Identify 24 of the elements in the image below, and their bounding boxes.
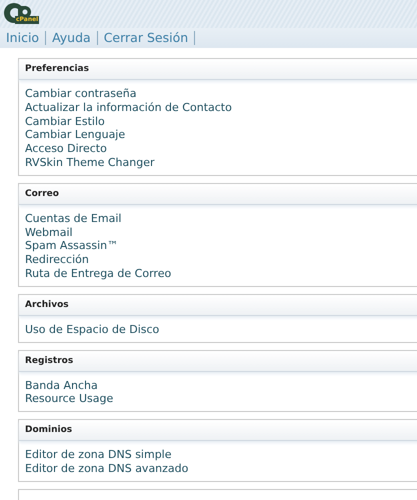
- nav-link[interactable]: Cerrar Sesión: [104, 31, 196, 45]
- nav-link[interactable]: Inicio: [6, 31, 46, 45]
- section-title: Archivos: [25, 300, 69, 310]
- menu-link[interactable]: Spam Assassin™: [25, 239, 118, 254]
- menu-link[interactable]: Ruta de Entrega de Correo: [25, 266, 172, 281]
- nav-link[interactable]: Ayuda: [52, 31, 98, 45]
- menu-link[interactable]: Cambiar Estilo: [25, 114, 105, 128]
- menu-link[interactable]: Editor de zona DNS simple: [25, 448, 172, 462]
- menu-link[interactable]: Editor de zona DNS avanzado: [25, 462, 188, 476]
- menu-link[interactable]: Uso de Espacio de Disco: [25, 322, 160, 337]
- menu-link[interactable]: Webmail: [25, 226, 73, 240]
- menu-link[interactable]: Cambiar contraseña: [25, 87, 136, 101]
- menu-link[interactable]: Redirección: [25, 253, 89, 267]
- section-title: Correo: [25, 188, 59, 199]
- section-title: Preferencias: [25, 64, 89, 74]
- section-title: Registros: [25, 356, 74, 366]
- menu-link[interactable]: Resource Usage: [25, 392, 114, 406]
- menu-link[interactable]: Actualizar la información de Contacto: [25, 100, 232, 115]
- menu-link[interactable]: Cambiar Lenguaje: [25, 128, 126, 142]
- menu-link[interactable]: Cuentas de Email: [25, 212, 122, 226]
- menu-link[interactable]: Banda Ancha: [25, 378, 98, 392]
- menu-link[interactable]: RVSkin Theme Changer: [25, 156, 155, 170]
- section-title: Dominios: [25, 425, 72, 436]
- menu-link[interactable]: Acceso Directo: [25, 142, 107, 156]
